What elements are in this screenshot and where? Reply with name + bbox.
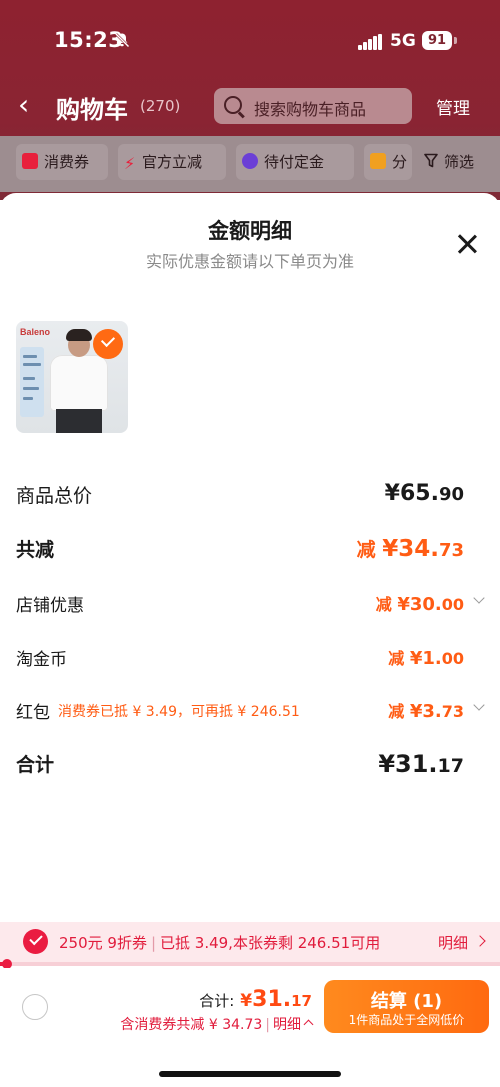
search-placeholder: 搜索购物车商品 [254, 100, 367, 119]
grand-total-label: 合计 [16, 754, 55, 776]
red-packet-amount: 减 ¥3.73 [388, 698, 464, 722]
select-all-radio[interactable] [22, 994, 48, 1020]
grand-total-amount: ¥31.17 [378, 750, 464, 778]
product-brand-logo: Baleno [20, 327, 51, 337]
red-packet-note: 消费券已抵 ¥ 3.49，可再抵 ¥ 246.51 [58, 704, 300, 720]
clock-icon [242, 153, 258, 169]
battery-tip [454, 37, 457, 44]
taojinbi-label: 淘金币 [16, 650, 67, 670]
status-time: 15:23 [54, 28, 124, 52]
discount-int: ¥30. [397, 594, 442, 615]
folder-icon [370, 153, 386, 169]
checkout-currency: ¥ [240, 991, 253, 1011]
cart-header-background: 15:23 5G 91 ‹ 购物车 (270) 搜索购物车商品 管理 消费券 ⚡… [0, 0, 500, 200]
selected-check-icon[interactable] [93, 329, 123, 359]
total-discount-label: 共减 [16, 539, 55, 561]
coupon-text: 250元 9折券 | 已抵 3.49,本张券剩 246.51可用 [59, 932, 380, 953]
filter-chip-label: 消费券 [44, 153, 90, 171]
taojinbi-amount: 减 ¥1.00 [388, 645, 464, 669]
discount-dec: 00 [441, 649, 464, 668]
grand-total-dec: 17 [437, 755, 464, 777]
battery-icon: 91 [422, 31, 452, 50]
grand-total-int: ¥31. [378, 750, 438, 778]
divider: | [150, 934, 157, 952]
goods-total-dec: 90 [438, 484, 464, 505]
filter-chip-official-discount[interactable]: ⚡ 官方立减 [118, 144, 226, 180]
goods-total-int: ¥65. [384, 481, 439, 506]
checkout-button-subtext: 1件商品处于全网低价 [348, 1013, 465, 1027]
coupon-bar[interactable]: 250元 9折券 | 已抵 3.49,本张券剩 246.51可用 明细 [0, 922, 500, 969]
sheet-title: 金额明细 [208, 219, 292, 243]
goods-total-label: 商品总价 [16, 485, 93, 507]
checkout-total-label: 合计: [199, 992, 235, 1010]
product-poster-graphic [20, 347, 44, 417]
coupon-name: 250元 9折券 [59, 934, 147, 952]
status-bar: 15:23 5G 91 [0, 28, 500, 56]
coupon-check-icon[interactable] [23, 929, 48, 954]
discount-dec: 73 [441, 702, 464, 721]
checkout-discount-line[interactable]: 含消费券共减 ¥ 34.73 | 明细 [120, 1014, 314, 1034]
discount-prefix: 减 [388, 702, 410, 721]
filter-chip-deposit[interactable]: 待付定金 [236, 144, 354, 180]
checkout-total-int: 31. [252, 987, 292, 1012]
discount-prefix: 减 [356, 539, 383, 561]
total-discount-amount: 减 ¥34.73 [357, 535, 464, 562]
discount-prefix: 减 [375, 595, 398, 614]
filter-button[interactable]: 筛选 [418, 144, 488, 180]
product-thumbnail[interactable]: Baleno [16, 321, 128, 433]
checkout-total-dec: 17 [291, 992, 312, 1010]
filter-chip-label: 待付定金 [264, 153, 325, 171]
mute-bell-icon [114, 32, 130, 52]
lightning-icon: ⚡ [124, 154, 136, 173]
chevron-down-icon[interactable] [474, 702, 484, 712]
back-chevron-icon[interactable]: ‹ [18, 86, 29, 124]
coupon-info: 已抵 3.49,本张券剩 246.51可用 [160, 934, 381, 952]
discount-prefix: 减 [388, 649, 410, 668]
product-shirt-graphic [50, 355, 108, 411]
page-title: 购物车 [56, 96, 128, 124]
discount-int: ¥3. [409, 701, 442, 722]
search-input[interactable]: 搜索购物车商品 [214, 88, 412, 124]
discount-int: ¥34. [382, 536, 439, 562]
goods-total-amount: ¥65.90 [385, 481, 464, 506]
funnel-icon [424, 146, 438, 168]
filter-chip-category[interactable]: 分 [364, 144, 412, 180]
close-icon[interactable] [452, 229, 482, 259]
shop-discount-label: 店铺优惠 [16, 596, 84, 616]
filter-chip-label: 筛选 [444, 153, 475, 171]
checkout-button[interactable]: 结算 (1) 1件商品处于全网低价 [324, 980, 489, 1033]
manage-button[interactable]: 管理 [436, 94, 470, 119]
discount-int: ¥1. [409, 648, 442, 669]
coupon-icon [22, 153, 38, 169]
red-packet-label: 红包 [16, 703, 50, 723]
sheet-subtitle: 实际优惠金额请以下单页为准 [145, 252, 354, 271]
filter-chips-bar: 消费券 ⚡ 官方立减 待付定金 分 筛选 [0, 136, 500, 192]
signal-icon [358, 34, 384, 50]
coupon-detail-link[interactable]: 明细 [438, 932, 468, 953]
filter-chip-label: 官方立减 [142, 153, 203, 171]
chevron-down-icon[interactable] [474, 595, 484, 605]
cart-nav-bar: ‹ 购物车 (270) 搜索购物车商品 管理 [0, 86, 500, 126]
checkout-detail-link[interactable]: 明细 [273, 1017, 301, 1033]
model-hair-graphic [66, 329, 92, 341]
chevron-right-icon [474, 935, 486, 947]
checkout-total: 合计: ¥31.17 [199, 987, 312, 1012]
checkout-discount-text: 含消费券共减 ¥ 34.73 [120, 1017, 263, 1033]
search-icon [224, 96, 242, 114]
cart-count: (270) [140, 97, 181, 115]
discount-dec: 73 [438, 540, 464, 561]
shop-discount-amount: 减 ¥30.00 [376, 591, 464, 615]
discount-dec: 00 [441, 595, 464, 614]
chevron-up-icon [303, 1019, 314, 1030]
checkout-bar: 合计: ¥31.17 含消费券共减 ¥ 34.73 | 明细 结算 (1) 1件商品处… [0, 968, 500, 1087]
product-pants-graphic [56, 409, 102, 433]
divider: | [265, 1017, 270, 1033]
checkout-button-label: 结算 (1) [370, 991, 443, 1012]
filter-chip-label: 分 [392, 153, 408, 171]
home-indicator [159, 1071, 341, 1077]
filter-chip-coupon[interactable]: 消费券 [16, 144, 108, 180]
coupon-progress-bar [0, 959, 500, 969]
network-type: 5G [390, 31, 416, 51]
